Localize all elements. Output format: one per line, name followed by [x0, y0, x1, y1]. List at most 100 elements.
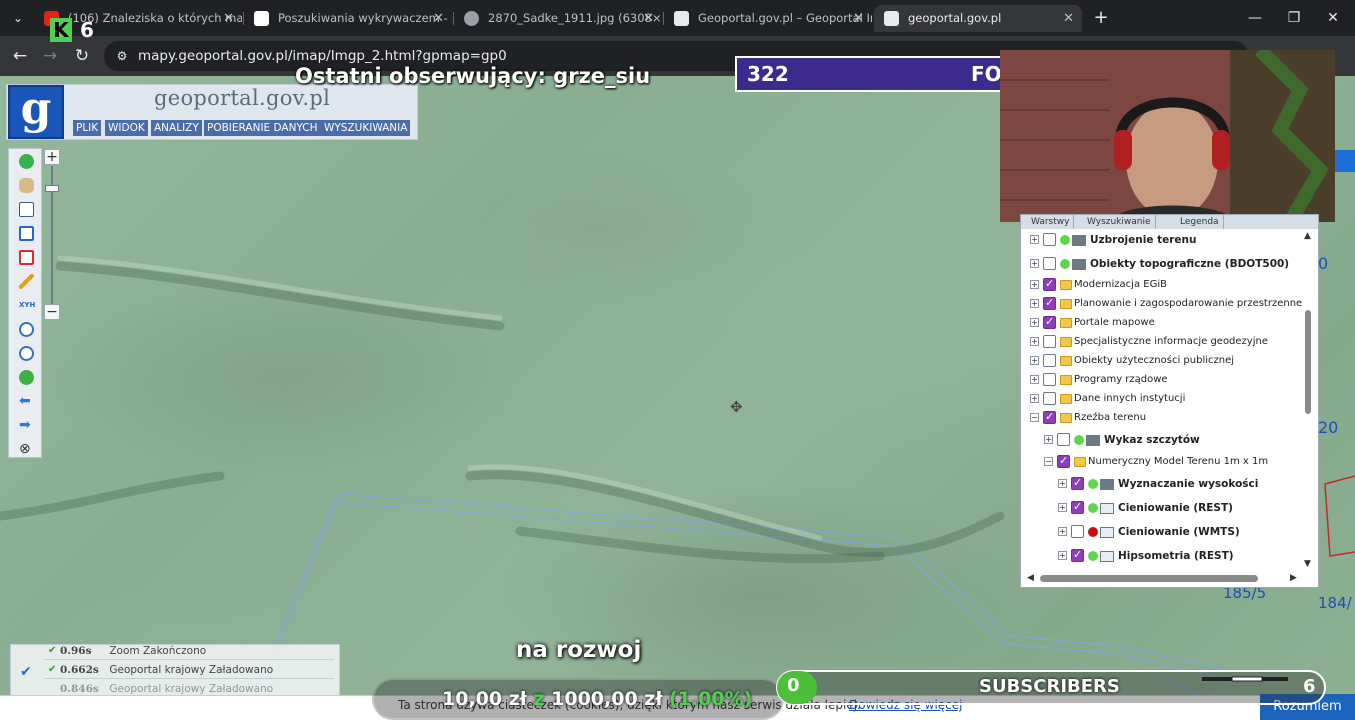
layer-label[interactable]: Dane innych instytucji [1074, 390, 1185, 408]
close-tab-icon[interactable]: ✕ [853, 5, 864, 32]
layer-label[interactable]: Obiekty topograficzne (BDOT500) [1090, 255, 1289, 273]
scroll-down-icon[interactable]: ▼ [1304, 559, 1311, 569]
scroll-right-icon[interactable]: ▶ [1290, 573, 1297, 583]
layer-label[interactable]: Wykaz szczytów [1104, 431, 1200, 449]
layer-label[interactable]: Portale mapowe [1074, 314, 1155, 332]
select-area-icon[interactable] [19, 226, 34, 241]
layer-label[interactable]: Cieniowanie (WMTS) [1118, 523, 1240, 541]
expand-icon[interactable]: + [1058, 527, 1067, 536]
expand-icon[interactable]: + [1058, 479, 1067, 488]
minimize-icon[interactable]: — [1240, 6, 1270, 30]
close-tab-icon[interactable]: ✕ [1063, 5, 1074, 32]
expand-icon[interactable]: + [1030, 259, 1039, 268]
zoom-slider-handle[interactable] [45, 185, 59, 192]
tab-search-chevron-icon[interactable]: ⌄ [6, 6, 30, 30]
zoom-minus-button[interactable]: − [44, 304, 60, 320]
expand-icon[interactable]: + [1030, 280, 1039, 289]
layer-checkbox[interactable] [1043, 257, 1056, 270]
settings-wheel-icon[interactable]: ⊗ [19, 442, 34, 457]
forward-arrow-icon[interactable]: ➡ [19, 418, 34, 433]
layer-checkbox[interactable] [1071, 525, 1084, 538]
tab-legenda[interactable]: Legenda [1176, 215, 1224, 229]
zoom-out-icon[interactable] [19, 346, 34, 361]
collapse-icon[interactable]: − [1044, 457, 1053, 466]
info-icon[interactable] [19, 154, 34, 169]
menu-pobieranie-danych[interactable]: POBIERANIE DANYCH [204, 120, 321, 136]
forward-icon[interactable]: → [38, 44, 62, 68]
xyh-coordinates-icon[interactable]: XYH [19, 298, 35, 313]
tab-image[interactable]: 2870_Sadke_1911.jpg (6308×67 ✕ [454, 5, 662, 32]
layer-checkbox[interactable] [1043, 315, 1056, 329]
scroll-up-icon[interactable]: ▲ [1304, 231, 1311, 241]
layer-checkbox[interactable] [1043, 335, 1056, 348]
layer-checkbox[interactable] [1043, 392, 1056, 405]
site-info-icon[interactable]: ⚙ [114, 48, 130, 64]
back-icon[interactable]: ← [8, 44, 32, 68]
close-window-icon[interactable]: ✕ [1318, 6, 1348, 30]
layer-checkbox[interactable] [1071, 548, 1084, 562]
expand-icon[interactable]: + [1058, 503, 1067, 512]
zoom-in-icon[interactable] [19, 322, 34, 337]
back-arrow-icon[interactable]: ⬅ [19, 394, 34, 409]
layer-label[interactable]: Uzbrojenie terenu [1090, 231, 1197, 249]
expand-icon[interactable]: + [1030, 394, 1039, 403]
expand-icon[interactable]: + [1030, 235, 1039, 244]
menu-analizy[interactable]: ANALIZY [151, 120, 202, 136]
draw-pencil-icon[interactable] [19, 274, 34, 289]
expand-icon[interactable]: + [1058, 551, 1067, 560]
menu-wyszukiwania[interactable]: WYSZUKIWANIA [321, 120, 411, 136]
zoom-plus-button[interactable]: + [44, 149, 60, 165]
layer-label[interactable]: Hipsometria (REST) [1118, 547, 1234, 565]
layer-label[interactable]: Wyznaczanie wysokości [1118, 475, 1258, 493]
legend-icon[interactable] [19, 202, 34, 217]
layers-scroll-thumb[interactable] [1305, 310, 1311, 414]
close-tab-icon[interactable]: ✕ [433, 5, 444, 32]
tab-geoportal-map[interactable]: geoportal.gov.pl ✕ [874, 5, 1082, 32]
status-state: Zakończono [142, 645, 207, 657]
layer-checkbox[interactable] [1071, 500, 1084, 514]
layer-checkbox[interactable] [1057, 433, 1070, 446]
expand-icon[interactable]: + [1030, 337, 1039, 346]
layer-label[interactable]: Programy rządowe [1074, 371, 1168, 389]
collapse-icon[interactable]: − [1030, 413, 1039, 422]
scroll-left-icon[interactable]: ◀ [1027, 573, 1034, 583]
layer-label[interactable]: Obiekty użyteczności publicznej [1074, 352, 1234, 370]
layer-checkbox[interactable] [1043, 373, 1056, 386]
full-extent-globe-icon[interactable] [19, 370, 34, 385]
layer-checkbox[interactable] [1043, 296, 1056, 310]
layer-checkbox[interactable] [1043, 354, 1056, 367]
menu-widok[interactable]: WIDOK [105, 120, 148, 136]
reload-icon[interactable]: ↻ [70, 44, 94, 68]
close-tab-icon[interactable]: ✕ [223, 5, 234, 32]
menu-plik[interactable]: PLIK [73, 120, 102, 136]
new-tab-plus-icon[interactable]: + [1089, 6, 1113, 30]
pan-hand-icon[interactable] [19, 178, 34, 193]
expand-icon[interactable]: + [1030, 318, 1039, 327]
status-green-dot-icon [1074, 435, 1084, 445]
layer-checkbox[interactable] [1071, 476, 1084, 490]
geoportal-logo[interactable]: g [8, 83, 64, 139]
tab-warstwy[interactable]: Warstwy [1027, 215, 1075, 229]
tab-forum[interactable]: Poszukiwania wykrywaczem - z ✕ [244, 5, 452, 32]
layer-label[interactable]: Planowanie i zagospodarowanie przestrzen… [1074, 295, 1302, 313]
layer-label[interactable]: Numeryczny Model Terenu 1m x 1m [1088, 453, 1268, 471]
tab-wyszukiwanie[interactable]: Wyszukiwanie [1083, 215, 1156, 229]
layer-label[interactable]: Cieniowanie (REST) [1118, 499, 1233, 517]
layer-checkbox[interactable] [1043, 410, 1056, 424]
layer-checkbox[interactable] [1043, 233, 1056, 246]
expand-icon[interactable]: + [1044, 435, 1053, 444]
layer-label[interactable]: Rzeźba terenu [1074, 409, 1146, 427]
image-service-icon [1100, 527, 1114, 538]
layer-checkbox[interactable] [1057, 454, 1070, 468]
layer-label[interactable]: Modernizacja EGiB [1074, 276, 1167, 294]
layer-checkbox[interactable] [1043, 277, 1056, 291]
tab-geoportal-info[interactable]: Geoportal.gov.pl – Geoportal In ✕ [664, 5, 872, 32]
remove-selection-icon[interactable] [19, 250, 34, 265]
expand-icon[interactable]: + [1030, 299, 1039, 308]
restore-icon[interactable]: ❐ [1279, 6, 1309, 30]
layers-hscroll-thumb[interactable] [1040, 575, 1258, 582]
layer-label[interactable]: Specjalistyczne informacje geodezyjne [1074, 333, 1268, 351]
expand-icon[interactable]: + [1030, 375, 1039, 384]
close-tab-icon[interactable]: ✕ [643, 5, 654, 32]
expand-icon[interactable]: + [1030, 356, 1039, 365]
